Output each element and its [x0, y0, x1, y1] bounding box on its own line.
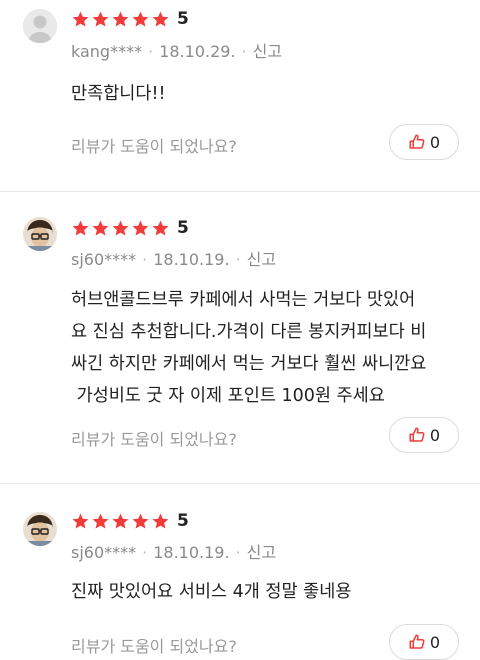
- divider: [0, 483, 480, 484]
- rating-value: 5: [177, 218, 189, 238]
- thumbs-up-icon: [409, 427, 425, 442]
- star-rating: 5: [71, 512, 189, 531]
- review-text: 진짜 맛있어요 서비스 4개 정말 좋네용: [71, 582, 352, 602]
- star-icon: [112, 220, 129, 236]
- username: sj60****: [71, 250, 137, 269]
- like-count: 0: [429, 425, 441, 445]
- helpful-question: 리뷰가 도움이 되었나요?: [71, 430, 237, 449]
- star-icon: [92, 11, 109, 27]
- separator-dot: ·: [142, 543, 148, 562]
- like-button[interactable]: 0: [389, 124, 459, 160]
- thumbs-up-icon: [409, 634, 425, 649]
- review-date: 18.10.19.: [153, 250, 230, 269]
- thumbs-up-icon: [409, 134, 425, 149]
- divider: [0, 191, 480, 192]
- review-meta: kang**** · 18.10.29. · 신고: [71, 38, 282, 62]
- report-link[interactable]: 신고: [247, 543, 276, 562]
- star-icon: [72, 513, 89, 529]
- star-icon: [72, 11, 89, 27]
- helpful-question: 리뷰가 도움이 되었나요?: [71, 637, 237, 656]
- like-button[interactable]: 0: [389, 417, 459, 453]
- username: kang****: [71, 42, 143, 61]
- star-rating: 5: [71, 10, 189, 29]
- star-icon: [152, 220, 169, 236]
- avatar[interactable]: [23, 217, 57, 251]
- star-icon: [152, 513, 169, 529]
- separator-dot: ·: [142, 250, 148, 269]
- star-rating: 5: [71, 219, 189, 238]
- report-link[interactable]: 신고: [253, 42, 282, 61]
- star-icon: [112, 11, 129, 27]
- rating-value: 5: [177, 9, 189, 29]
- like-count: 0: [429, 132, 441, 152]
- review-text: 만족합니다!!: [71, 84, 166, 104]
- separator-dot: ·: [148, 42, 154, 61]
- star-icon: [152, 11, 169, 27]
- separator-dot: ·: [241, 42, 247, 61]
- like-count: 0: [429, 632, 441, 652]
- star-icon: [92, 513, 109, 529]
- star-icon: [132, 513, 149, 529]
- star-icon: [132, 11, 149, 27]
- star-icon: [92, 220, 109, 236]
- username: sj60****: [71, 543, 137, 562]
- review-date: 18.10.19.: [153, 543, 230, 562]
- rating-value: 5: [177, 511, 189, 531]
- separator-dot: ·: [235, 543, 241, 562]
- star-icon: [72, 220, 89, 236]
- avatar[interactable]: [23, 512, 57, 546]
- review-date: 18.10.29.: [159, 42, 236, 61]
- review-meta: sj60**** · 18.10.19. · 신고: [71, 246, 276, 270]
- avatar[interactable]: [23, 9, 57, 43]
- star-icon: [132, 220, 149, 236]
- review-text: 허브앤콜드브루 카페에서 사먹는 거보다 맛있어 요 진심 추천합니다.가격이 …: [71, 290, 427, 406]
- star-icon: [112, 513, 129, 529]
- separator-dot: ·: [235, 250, 241, 269]
- helpful-question: 리뷰가 도움이 되었나요?: [71, 137, 237, 156]
- like-button[interactable]: 0: [389, 624, 459, 660]
- review-meta: sj60**** · 18.10.19. · 신고: [71, 539, 276, 563]
- report-link[interactable]: 신고: [247, 250, 276, 269]
